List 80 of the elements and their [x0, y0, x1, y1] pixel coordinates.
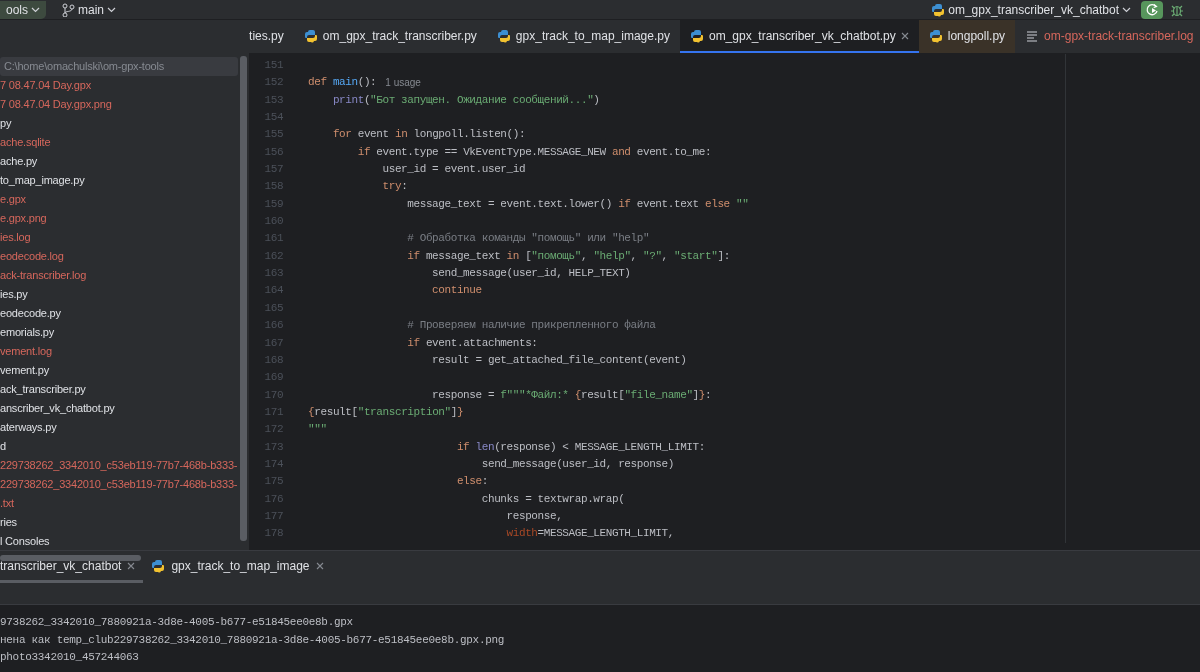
- editor-tab[interactable]: ties.py: [249, 20, 294, 53]
- file-tree-item[interactable]: e.gpx.png: [0, 209, 47, 228]
- code-line: send_message(user_id, HELP_TEXT): [431, 266, 631, 282]
- close-icon: [315, 561, 324, 570]
- code-line: if len(response) < MESSAGE_LENGTH_LIMIT:: [455, 439, 705, 455]
- code-line: try:: [381, 179, 408, 195]
- code-line: {result["transcription"]}: [308, 404, 464, 420]
- code-line: if event.attachments:: [406, 335, 538, 351]
- editor-tab[interactable]: om_gpx_track_transcriber.py: [293, 20, 487, 53]
- file-tree-item[interactable]: eodecode.log: [0, 247, 64, 266]
- file-tree-item[interactable]: eodecode.py: [0, 304, 61, 323]
- editor-tab[interactable]: longpoll.py: [918, 20, 1016, 53]
- branch-selector[interactable]: main: [58, 0, 121, 19]
- code-line: else:: [455, 474, 488, 490]
- editor-tab[interactable]: om_gpx_transcriber_vk_chatbot.py: [679, 20, 919, 53]
- code-line: send_message(user_id, response): [480, 456, 674, 472]
- file-tree-item[interactable]: ache.sqlite: [0, 133, 51, 152]
- code-line: continue: [431, 283, 482, 299]
- code-line: chunks = textwrap.wrap(: [480, 491, 625, 507]
- file-tree-item[interactable]: 7 08.47.04 Day.gpx: [0, 76, 91, 95]
- code-line: user_id = event.user_id: [381, 162, 526, 178]
- close-icon: [900, 31, 909, 40]
- python-file-icon: [689, 28, 704, 43]
- rerun-button[interactable]: [1141, 0, 1163, 19]
- code-line: # Обработка команды "помощь" или "help": [406, 231, 650, 247]
- code-line: def main():: [308, 75, 377, 91]
- file-tree-item[interactable]: py: [0, 114, 12, 133]
- code-line: for event in longpoll.listen():: [331, 127, 526, 143]
- code-line: width=MESSAGE_LENGTH_LIMIT,: [505, 526, 674, 542]
- file-tree-item[interactable]: 229738262_3342010_c53eb119-77b7-468b-b333-: [0, 456, 238, 475]
- file-tree-item[interactable]: e.gpx: [0, 190, 26, 209]
- project-selector[interactable]: ools: [0, 0, 46, 19]
- caret-icon: [31, 6, 40, 13]
- file-tree-item[interactable]: aterways.py: [0, 418, 57, 437]
- file-tree-item[interactable]: ies.log: [0, 228, 31, 247]
- run-configuration-selector[interactable]: om_gpx_transcriber_vk_chatbot: [927, 0, 1135, 19]
- file-tree-item[interactable]: ache.py: [0, 152, 38, 171]
- run-tab[interactable]: gpx_track_to_map_image: [143, 551, 332, 583]
- file-tree-item[interactable]: l Consoles: [0, 532, 50, 551]
- file-tree-item[interactable]: anscriber_vk_chatbot.py: [0, 399, 115, 418]
- close-icon: [127, 561, 136, 570]
- file-tree-item[interactable]: ack-transcriber.log: [0, 266, 87, 285]
- code-line: print("Бот запущен. Ожидание сообщений..."): [331, 92, 600, 108]
- file-tree-item[interactable]: ack_transcriber.py: [0, 380, 86, 399]
- file-tree-item[interactable]: 7 08.47.04 Day.gpx.png: [0, 95, 112, 114]
- branch-icon: [62, 2, 75, 17]
- code-line: """: [308, 422, 327, 438]
- text-file-icon: [1025, 28, 1040, 43]
- code-line: if message_text in ["помощь", "help", "?", "start"]:: [406, 248, 730, 264]
- usage-hint[interactable]: 1 usage: [385, 74, 421, 92]
- file-tree-item[interactable]: 229738262_3342010_c53eb119-77b7-468b-b333-: [0, 475, 238, 494]
- rerun-icon: [1145, 3, 1159, 16]
- code-line: message_text = event.text.lower() if event.text else "": [406, 196, 749, 212]
- file-tree-item[interactable]: vement.py: [0, 361, 49, 380]
- file-tree-item[interactable]: vement.log: [0, 342, 52, 361]
- file-tree-item[interactable]: d: [0, 437, 6, 456]
- python-file-icon: [931, 2, 946, 17]
- file-tree-item[interactable]: to_map_image.py: [0, 171, 85, 190]
- python-file-icon: [928, 28, 943, 43]
- console-line: нена как temp_club229738262_3342010_7880921a-3d8e-4005-b677-e51845ee0e8b.gpx.png: [0, 632, 506, 648]
- console-line: 9738262_3342010_7880921a-3d8e-4005-b677-e51845ee0e8b.gpx: [0, 615, 354, 630]
- editor-tab[interactable]: om-gpx-track-transcriber.log: [1015, 20, 1200, 53]
- caret-icon: [1122, 6, 1131, 13]
- code-line: response = f"""*Файл:* {result["file_name"]}:: [431, 387, 712, 403]
- caret-icon: [107, 6, 117, 13]
- file-tree-item[interactable]: ries: [0, 513, 17, 532]
- python-file-icon: [496, 28, 511, 43]
- editor-tab[interactable]: gpx_track_to_map_image.py: [486, 20, 680, 53]
- vertical-scrollbar[interactable]: [240, 56, 248, 541]
- file-tree-item[interactable]: .txt: [0, 494, 14, 513]
- code-line: if event.type == VkEventType.MESSAGE_NEW and event.to_me:: [356, 144, 712, 160]
- code-line: # Проверяем наличие прикрепленного файла: [406, 318, 656, 334]
- python-file-icon: [151, 558, 166, 573]
- code-line: response,: [505, 508, 563, 524]
- file-tree-item[interactable]: ies.py: [0, 285, 28, 304]
- console-line: photo3342010_457244063: [0, 650, 140, 665]
- file-tree-item[interactable]: emorials.py: [0, 323, 55, 342]
- code-line: result = get_attached_file_content(event): [431, 352, 687, 368]
- horizontal-scrollbar[interactable]: [0, 555, 141, 561]
- python-file-icon: [303, 28, 318, 43]
